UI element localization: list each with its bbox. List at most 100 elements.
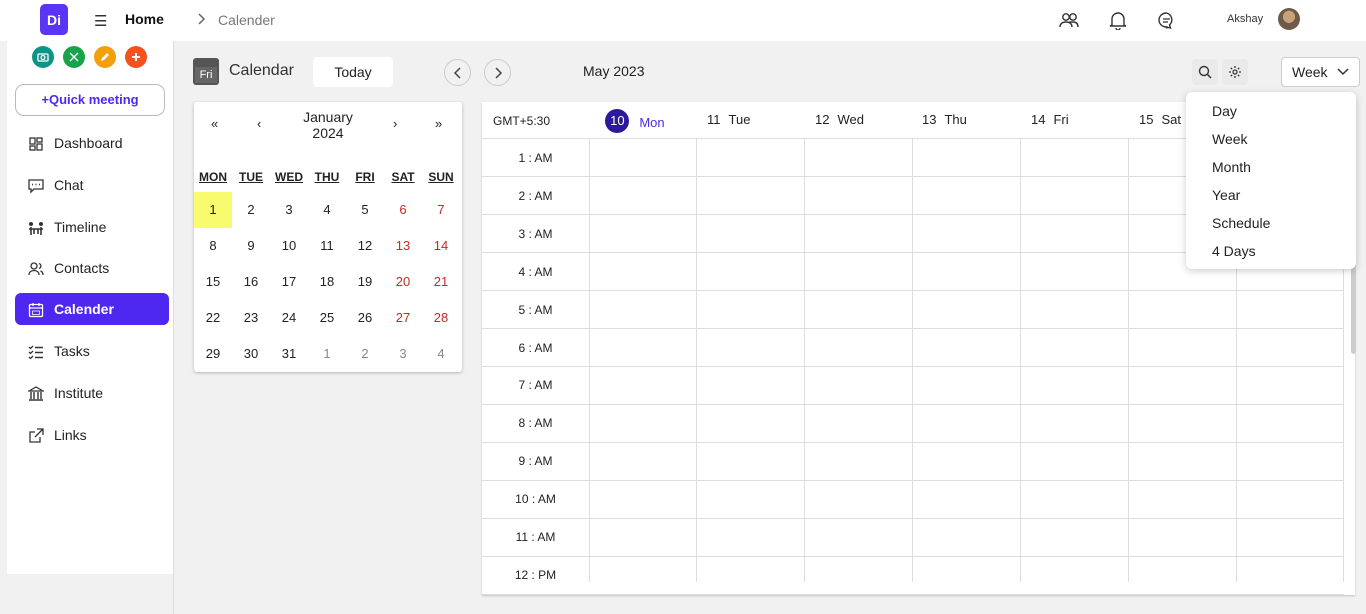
bell-icon[interactable] — [1109, 10, 1127, 30]
view-option-day[interactable]: Day — [1212, 103, 1237, 119]
pencil-icon[interactable] — [94, 46, 116, 68]
day-header-sat[interactable]: 15 Sat — [1139, 112, 1181, 127]
prev-week-button[interactable] — [444, 59, 471, 86]
avatar[interactable] — [1278, 8, 1300, 30]
mini-calendar-day[interactable]: 1 — [194, 192, 232, 228]
sidebar-item-timeline[interactable]: Timeline — [15, 211, 169, 243]
top-bar: Di ☰ Home Calender Akshay — [0, 0, 1366, 41]
view-option-month[interactable]: Month — [1212, 159, 1251, 175]
sidebar-divider — [173, 41, 174, 614]
time-label: 5 : AM — [518, 302, 553, 317]
mini-calendar-day[interactable]: 3 — [270, 192, 308, 228]
mini-calendar-month: January — [303, 109, 353, 125]
mini-calendar-day[interactable]: 28 — [422, 300, 460, 336]
sidebar-item-links[interactable]: Links — [15, 419, 169, 451]
time-label: 3 : AM — [518, 226, 553, 241]
user-name[interactable]: Akshay — [1227, 13, 1263, 25]
time-label: 9 : AM — [518, 454, 553, 469]
mini-calendar-day[interactable]: 5 — [346, 192, 384, 228]
breadcrumb[interactable]: Calender — [218, 12, 275, 28]
day-name: Fri — [1053, 112, 1069, 127]
view-option-week[interactable]: Week — [1212, 131, 1248, 147]
day-header-fri[interactable]: 14 Fri — [1031, 112, 1069, 127]
mini-calendar-day[interactable]: 26 — [346, 300, 384, 336]
mini-calendar-day[interactable]: 19 — [346, 264, 384, 300]
day-header-thu[interactable]: 13 Thu — [922, 112, 967, 127]
search-button[interactable] — [1192, 59, 1218, 85]
prev-year-button[interactable]: « — [211, 116, 218, 131]
mini-calendar-day[interactable]: 24 — [270, 300, 308, 336]
calendar-icon — [28, 303, 44, 318]
mini-calendar-day[interactable]: 12 — [346, 228, 384, 264]
mini-calendar-day[interactable]: 27 — [384, 300, 422, 336]
mini-calendar-day[interactable]: 10 — [270, 228, 308, 264]
plus-icon[interactable] — [125, 46, 147, 68]
mini-calendar-day[interactable]: 8 — [194, 228, 232, 264]
day-header-tue[interactable]: 11 Tue — [707, 112, 750, 127]
mini-calendar-day[interactable]: 16 — [232, 264, 270, 300]
mini-calendar-day[interactable]: 6 — [384, 192, 422, 228]
mini-calendar-day[interactable]: 14 — [422, 228, 460, 264]
mini-calendar-day[interactable]: 4 — [422, 336, 460, 372]
app-logo[interactable]: Di — [40, 4, 68, 35]
mini-calendar-day[interactable]: 11 — [308, 228, 346, 264]
page-title: Calendar — [229, 62, 294, 79]
view-option-schedule[interactable]: Schedule — [1212, 215, 1270, 231]
mini-calendar-day[interactable]: 3 — [384, 336, 422, 372]
sidebar-item-chat[interactable]: Chat — [15, 169, 169, 201]
mini-calendar-day[interactable]: 2 — [346, 336, 384, 372]
team-icon[interactable] — [1059, 11, 1079, 29]
mini-calendar-day[interactable]: 25 — [308, 300, 346, 336]
timeline-icon — [29, 222, 43, 235]
sidebar-item-tasks[interactable]: Tasks — [15, 335, 169, 367]
sidebar-item-calender[interactable]: Calender — [15, 293, 169, 325]
chat-icon — [28, 179, 44, 194]
settings-button[interactable] — [1222, 59, 1248, 85]
next-week-button[interactable] — [484, 59, 511, 86]
mini-calendar-day[interactable]: 15 — [194, 264, 232, 300]
day-header-wed[interactable]: 12 Wed — [815, 112, 864, 127]
mini-calendar-day[interactable]: 31 — [270, 336, 308, 372]
sidebar-item-label: Chat — [54, 177, 84, 193]
next-year-button[interactable]: » — [435, 116, 442, 131]
mini-calendar-day[interactable]: 1 — [308, 336, 346, 372]
hour-gridline — [482, 594, 1344, 595]
mini-calendar-day[interactable]: 13 — [384, 228, 422, 264]
mini-calendar-day[interactable]: 30 — [232, 336, 270, 372]
sidebar-item-label: Institute — [54, 385, 104, 401]
mini-calendar-day[interactable]: 7 — [422, 192, 460, 228]
view-option-4-days[interactable]: 4 Days — [1212, 243, 1256, 259]
weekday-header: SAT — [391, 170, 415, 184]
prev-month-button[interactable]: ‹ — [257, 116, 261, 131]
mini-calendar-day[interactable]: 17 — [270, 264, 308, 300]
scissors-icon[interactable] — [63, 46, 85, 68]
today-button[interactable]: Today — [313, 57, 393, 87]
mini-calendar-day[interactable]: 23 — [232, 300, 270, 336]
home-link[interactable]: Home — [125, 11, 164, 27]
camera-icon[interactable] — [32, 46, 54, 68]
sidebar-item-dashboard[interactable]: Dashboard — [15, 127, 169, 159]
chevron-down-icon — [1337, 68, 1349, 76]
external-link-icon — [29, 428, 44, 443]
mini-calendar-day[interactable]: 21 — [422, 264, 460, 300]
sidebar-item-contacts[interactable]: Contacts — [15, 252, 169, 284]
quick-meeting-button[interactable]: +Quick meeting — [15, 84, 165, 116]
mini-calendar-day[interactable]: 20 — [384, 264, 422, 300]
mini-calendar-day[interactable]: 18 — [308, 264, 346, 300]
chat-bubble-icon[interactable] — [1157, 11, 1176, 30]
hour-gridline — [482, 404, 1344, 405]
mini-calendar-day[interactable]: 9 — [232, 228, 270, 264]
weekday-header: SUN — [428, 170, 454, 184]
mini-calendar-day[interactable]: 2 — [232, 192, 270, 228]
view-option-year[interactable]: Year — [1212, 187, 1240, 203]
next-month-button[interactable]: › — [393, 116, 397, 131]
mini-calendar-day[interactable]: 29 — [194, 336, 232, 372]
view-select[interactable]: Week — [1281, 57, 1360, 87]
day-header-mon[interactable]: 10 Mon — [595, 108, 675, 138]
sidebar-item-institute[interactable]: Institute — [15, 377, 169, 409]
time-label: 1 : AM — [518, 151, 553, 165]
view-select-value: Week — [1292, 64, 1328, 80]
menu-icon[interactable]: ☰ — [94, 12, 107, 30]
mini-calendar-day[interactable]: 4 — [308, 192, 346, 228]
mini-calendar-day[interactable]: 22 — [194, 300, 232, 336]
